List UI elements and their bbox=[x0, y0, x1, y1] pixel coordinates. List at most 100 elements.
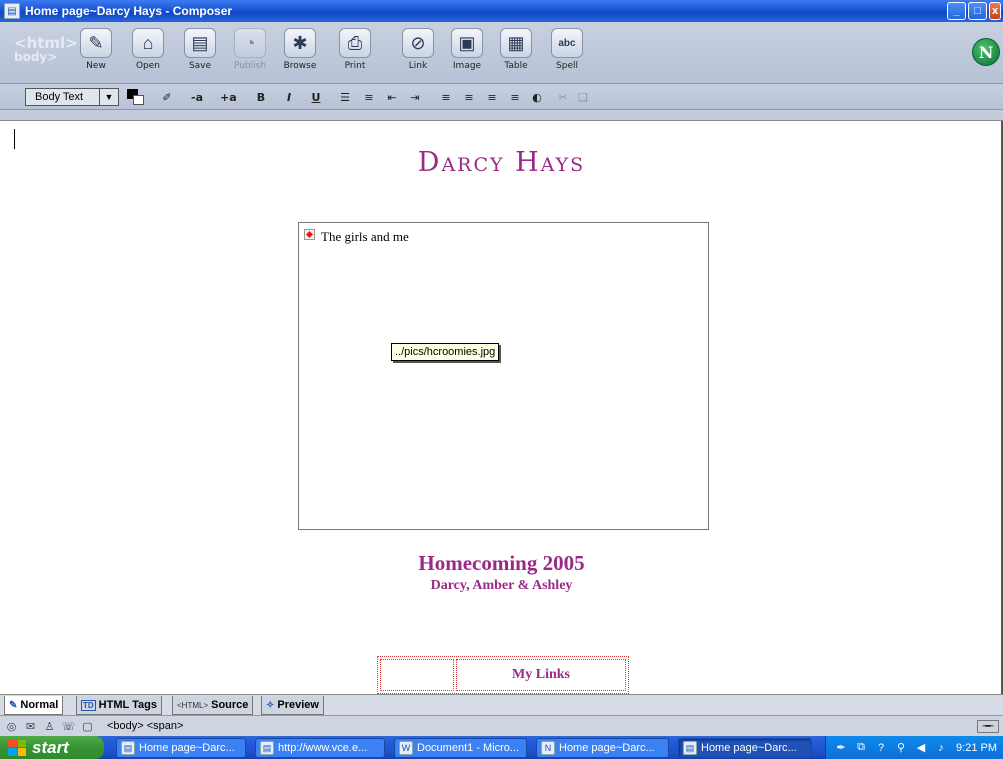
clock[interactable]: 9:21 PM bbox=[956, 742, 997, 754]
taskbar-item[interactable]: ▤ http://www.vce.e... bbox=[255, 738, 385, 758]
body-logo-text: body> bbox=[14, 50, 58, 64]
outdent-button[interactable]: ⇤ bbox=[385, 89, 399, 105]
taskbar-item[interactable]: ▤ Home page~Darc... bbox=[116, 738, 246, 758]
open-button[interactable]: ⌂ Open bbox=[124, 24, 172, 76]
table-button[interactable]: ▦ Table bbox=[492, 24, 540, 76]
increase-font-button[interactable]: +a bbox=[220, 89, 237, 105]
image-icon: ▣ bbox=[451, 28, 483, 58]
composer-app-icon[interactable]: ▤ bbox=[4, 3, 20, 19]
align-center-button[interactable]: ≡ bbox=[462, 89, 476, 105]
taskbar-item-label: Home page~Darc... bbox=[701, 742, 797, 754]
tab-html-tags[interactable]: TD HTML Tags bbox=[76, 696, 162, 715]
tab-preview[interactable]: ✧ Preview bbox=[261, 696, 324, 715]
toolbar-grip[interactable] bbox=[0, 22, 10, 84]
chat-icon[interactable]: ☏ bbox=[61, 720, 76, 733]
bold-button[interactable]: B bbox=[254, 89, 268, 105]
netscape-icon: N bbox=[541, 741, 555, 755]
background-color-swatch[interactable] bbox=[133, 95, 144, 105]
window-titlebar[interactable]: ▤ Home page~Darcy Hays - Composer _ □ x bbox=[0, 0, 1003, 22]
back-tray-icon[interactable]: ◀ bbox=[914, 741, 928, 755]
text-caret bbox=[14, 129, 15, 149]
tab-html-tags-label: HTML Tags bbox=[98, 699, 157, 711]
system-tray: ✒ ⧉ ? ⚲ ◀ ♪ 9:21 PM bbox=[825, 736, 1003, 759]
table-props-button[interactable]: ❏ bbox=[576, 89, 590, 105]
anchor-button[interactable]: ◐ bbox=[530, 89, 544, 105]
photo-caption[interactable]: Homecoming 2005 bbox=[0, 551, 1001, 576]
italic-button[interactable]: I bbox=[282, 89, 296, 105]
new-button[interactable]: ✎ New bbox=[72, 24, 120, 76]
publish-button[interactable]: ◔ Publish bbox=[226, 24, 274, 76]
justify-button[interactable]: ≡ bbox=[508, 89, 522, 105]
paragraph-format-select[interactable]: Body Text ▼ bbox=[25, 88, 119, 106]
print-label: Print bbox=[344, 61, 366, 71]
minimize-icon: _ bbox=[953, 5, 960, 17]
browse-label: Browse bbox=[283, 61, 317, 71]
align-right-button[interactable]: ≡ bbox=[485, 89, 499, 105]
save-button[interactable]: ▤ Save bbox=[176, 24, 224, 76]
highlight-button[interactable]: ✐ bbox=[160, 89, 174, 105]
image-label: Image bbox=[452, 61, 482, 71]
numbered-list-button[interactable]: ≡ bbox=[362, 89, 376, 105]
indent-button[interactable]: ⇥ bbox=[408, 89, 422, 105]
page-title[interactable]: Darcy Hays bbox=[0, 147, 1001, 178]
editor-canvas[interactable]: Darcy Hays The girls and me ../pics/hcro… bbox=[0, 121, 1003, 694]
navigator-icon[interactable]: ◎ bbox=[4, 720, 19, 733]
photo-subcaption[interactable]: Darcy, Amber & Ashley bbox=[0, 578, 1001, 594]
spell-button[interactable]: abc Spell bbox=[543, 24, 591, 76]
mail-icon[interactable]: ✉ bbox=[23, 720, 38, 733]
align-left-button[interactable]: ≡ bbox=[439, 89, 453, 105]
composer-icon: ▤ bbox=[683, 741, 697, 755]
usb-tray-icon[interactable]: ⚲ bbox=[894, 741, 908, 755]
image-button[interactable]: ▣ Image bbox=[443, 24, 491, 76]
taskbar-item-label: Home page~Darc... bbox=[139, 742, 235, 754]
links-table-header[interactable]: My Links bbox=[456, 659, 626, 691]
connection-status-icon[interactable]: ╼╾ bbox=[977, 720, 999, 733]
browse-button[interactable]: ✱ Browse bbox=[276, 24, 324, 76]
link-button[interactable]: ⊘ Link bbox=[394, 24, 442, 76]
close-button[interactable]: x bbox=[989, 2, 1001, 20]
underline-button[interactable]: U bbox=[309, 89, 323, 105]
link-icon: ⊘ bbox=[402, 28, 434, 58]
composition-toolbar: <html> body> ✎ New ⌂ Open ▤ Save ◔ Publi… bbox=[0, 22, 1003, 84]
windows-flag-icon bbox=[8, 739, 26, 756]
new-page-icon: ✎ bbox=[80, 28, 112, 58]
address-book-icon[interactable]: ♙ bbox=[42, 720, 57, 733]
links-table[interactable]: My Links bbox=[377, 656, 629, 694]
help-tray-icon[interactable]: ? bbox=[874, 741, 888, 755]
taskbar-item[interactable]: N Home page~Darc... bbox=[536, 738, 669, 758]
status-bar: ◎ ✉ ♙ ☏ ▢ <body> <span> ╼╾ bbox=[0, 715, 1003, 736]
tag-path[interactable]: <body> <span> bbox=[107, 720, 183, 732]
start-button[interactable]: start bbox=[0, 736, 104, 759]
print-icon: ⎙ bbox=[339, 28, 371, 58]
remove-link-button[interactable]: ✂ bbox=[556, 89, 570, 105]
window-title: Home page~Darcy Hays - Composer bbox=[25, 4, 233, 18]
maximize-button[interactable]: □ bbox=[968, 2, 987, 20]
netscape-logo-icon[interactable]: N bbox=[972, 38, 1000, 66]
start-label: start bbox=[32, 737, 69, 757]
taskbar-item[interactable]: W Document1 - Micro... bbox=[394, 738, 527, 758]
document-tab-strip[interactable] bbox=[0, 110, 1003, 121]
links-table-cell-empty[interactable] bbox=[380, 659, 454, 691]
bulleted-list-button[interactable]: ☰ bbox=[338, 89, 352, 105]
print-button[interactable]: ⎙ Print bbox=[331, 24, 379, 76]
tab-preview-label: Preview bbox=[277, 699, 319, 711]
paragraph-format-value: Body Text bbox=[35, 91, 84, 103]
spell-label: Spell bbox=[556, 61, 578, 71]
network-tray-icon[interactable]: ⧉ bbox=[854, 741, 868, 755]
source-icon: <HTML> bbox=[177, 700, 209, 710]
minimize-button[interactable]: _ bbox=[947, 2, 966, 20]
taskbar-item-active[interactable]: ▤ Home page~Darc... bbox=[678, 738, 812, 758]
decrease-font-button[interactable]: -a bbox=[190, 89, 204, 105]
chevron-down-icon[interactable]: ▼ bbox=[99, 89, 118, 105]
html-tags-icon: TD bbox=[81, 699, 96, 711]
pen-tray-icon[interactable]: ✒ bbox=[834, 741, 848, 755]
publish-icon: ◔ bbox=[234, 28, 266, 58]
tab-source[interactable]: <HTML> Source bbox=[172, 696, 254, 715]
color-picker[interactable] bbox=[127, 89, 147, 106]
speaker-tray-icon[interactable]: ♪ bbox=[934, 741, 948, 755]
taskbar-item-label: Home page~Darc... bbox=[559, 742, 655, 754]
open-label: Open bbox=[135, 61, 161, 71]
tab-normal[interactable]: ✎ Normal bbox=[4, 696, 64, 715]
image-placeholder[interactable]: The girls and me ../pics/hcroomies.jpg bbox=[298, 222, 709, 530]
composer-icon[interactable]: ▢ bbox=[80, 720, 95, 733]
